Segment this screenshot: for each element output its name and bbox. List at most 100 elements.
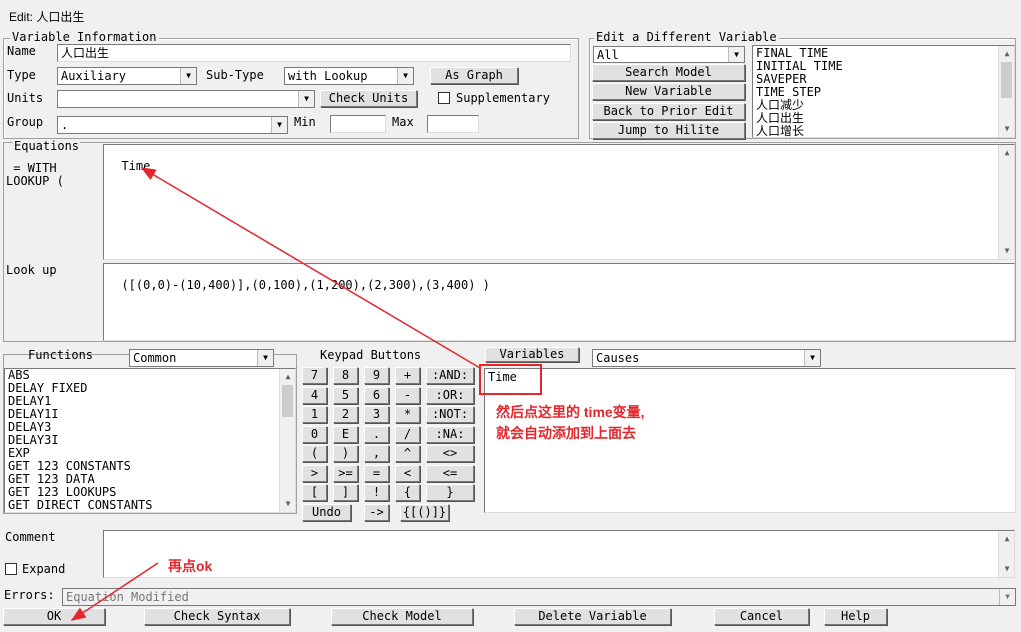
scroll-up-icon[interactable]: ▲ [280, 369, 295, 385]
keypad-key[interactable]: 1 [302, 406, 327, 423]
keypad-key[interactable]: <= [426, 464, 474, 482]
keypad-key[interactable]: > [302, 464, 327, 482]
keypad-key[interactable]: ^ [395, 445, 420, 462]
keypad-key[interactable]: + [395, 367, 420, 384]
keypad-key[interactable]: 0 [302, 425, 327, 443]
group-select[interactable]: . ▼ [57, 116, 288, 134]
list-item[interactable]: DELAY3I [5, 434, 295, 447]
keypad-key[interactable]: 2 [333, 406, 358, 423]
keypad-key[interactable]: :OR: [426, 386, 474, 404]
keypad-key[interactable]: E [333, 425, 358, 443]
help-button[interactable]: Help [824, 608, 887, 625]
keypad-key[interactable]: } [426, 484, 474, 501]
chevron-down-icon[interactable]: ▼ [999, 589, 1015, 605]
group-label: Group [7, 115, 44, 129]
variable-list-scrollbar[interactable]: ▲ ▼ [998, 46, 1014, 137]
scroll-down-icon[interactable]: ▼ [280, 496, 295, 512]
keypad-key[interactable]: 4 [302, 386, 327, 404]
variable-list[interactable]: FINAL TIME INITIAL TIME SAVEPER TIME STE… [752, 45, 1015, 138]
functions-list[interactable]: ABS DELAY FIXED DELAY1 DELAY1I DELAY3 DE… [4, 368, 296, 513]
back-to-prior-edit-button[interactable]: Back to Prior Edit [592, 103, 745, 120]
keypad-key[interactable]: [ [302, 484, 327, 501]
keypad-key[interactable]: = [364, 464, 389, 482]
variable-filter-select[interactable]: All ▼ [593, 46, 745, 63]
keypad-key[interactable]: , [364, 445, 389, 462]
scrollbar-thumb[interactable] [1001, 62, 1012, 98]
min-label: Min [294, 115, 316, 129]
as-graph-button[interactable]: As Graph [430, 67, 518, 84]
keypad-key[interactable]: :AND: [426, 367, 474, 384]
keypad-key[interactable]: <> [426, 445, 474, 462]
keypad-key[interactable]: :NOT: [426, 406, 474, 423]
keypad-key[interactable]: ! [364, 484, 389, 501]
scroll-down-icon[interactable]: ▼ [999, 121, 1014, 137]
keypad-label: Keypad Buttons [320, 348, 422, 362]
keypad-key[interactable]: * [395, 406, 420, 423]
expand-label: Expand [22, 562, 66, 576]
scroll-up-icon[interactable]: ▲ [999, 46, 1014, 62]
keypad-key[interactable]: 5 [333, 386, 358, 404]
arrow-button[interactable]: -> [364, 504, 389, 521]
subtype-select[interactable]: with Lookup ▼ [284, 67, 414, 85]
units-select[interactable]: ▼ [57, 90, 315, 108]
undo-button[interactable]: Undo [302, 504, 351, 521]
keypad-key[interactable]: :NA: [426, 425, 474, 443]
keypad-key[interactable]: . [364, 425, 389, 443]
max-field[interactable] [427, 115, 479, 133]
chevron-down-icon: ▼ [271, 117, 287, 133]
name-field[interactable]: 人口出生 [57, 44, 571, 62]
keypad-key[interactable]: - [395, 386, 420, 404]
supplementary-checkbox[interactable] [438, 92, 450, 104]
scroll-up-icon[interactable]: ▲ [999, 145, 1014, 161]
new-variable-button[interactable]: New Variable [592, 83, 745, 100]
variables-mode-select[interactable]: Causes ▼ [592, 349, 821, 367]
comment-scrollbar[interactable]: ▲ ▼ [998, 531, 1014, 577]
equation-editor[interactable]: Time ▲ ▼ [103, 144, 1015, 260]
keypad-key[interactable]: ( [302, 445, 327, 462]
expand-checkbox[interactable] [5, 563, 17, 575]
lookup-text: ([(0,0)-(10,400)],(0,100),(1,200),(2,300… [121, 278, 490, 292]
lookup-editor[interactable]: ([(0,0)-(10,400)],(0,100),(1,200),(2,300… [103, 263, 1015, 341]
keypad-key[interactable]: < [395, 464, 420, 482]
list-item[interactable]: GET DIRECT CONSTANTS [5, 499, 295, 512]
scrollbar-thumb[interactable] [282, 385, 293, 417]
scroll-down-icon[interactable]: ▼ [999, 561, 1014, 577]
ok-button[interactable]: OK [3, 608, 105, 625]
edit-different-variable-label: Edit a Different Variable [594, 30, 779, 44]
functions-category-select[interactable]: Common ▼ [129, 349, 274, 367]
keypad-key[interactable]: >= [333, 464, 358, 482]
functions-scrollbar[interactable]: ▲ ▼ [279, 369, 295, 512]
check-model-button[interactable]: Check Model [331, 608, 473, 625]
units-label: Units [7, 91, 44, 105]
type-select[interactable]: Auxiliary ▼ [57, 67, 197, 85]
keypad-key[interactable]: 7 [302, 367, 327, 384]
scroll-up-icon[interactable]: ▲ [999, 531, 1014, 547]
keypad-key[interactable]: / [395, 425, 420, 443]
keypad-key[interactable]: { [395, 484, 420, 501]
lookup-label: Look up [6, 263, 57, 277]
search-model-button[interactable]: Search Model [592, 64, 745, 81]
comment-field[interactable]: ▲ ▼ [103, 530, 1015, 578]
brackets-button[interactable]: {[()]} [400, 504, 449, 521]
cancel-button[interactable]: Cancel [714, 608, 809, 625]
keypad-key[interactable]: ] [333, 484, 358, 501]
check-syntax-button[interactable]: Check Syntax [144, 608, 290, 625]
equation-scrollbar[interactable]: ▲ ▼ [998, 145, 1014, 259]
jump-to-hilite-button[interactable]: Jump to Hilite [592, 122, 745, 139]
keypad-key[interactable]: ) [333, 445, 358, 462]
keypad-key[interactable]: 3 [364, 406, 389, 423]
group-select-value: . [61, 118, 69, 132]
variables-button[interactable]: Variables [485, 347, 579, 362]
min-field[interactable] [330, 115, 386, 133]
variable-item-time[interactable]: Time [485, 371, 1015, 384]
keypad-key[interactable]: 9 [364, 367, 389, 384]
keypad-key[interactable]: 6 [364, 386, 389, 404]
delete-variable-button[interactable]: Delete Variable [514, 608, 671, 625]
max-label: Max [392, 115, 414, 129]
equations-label: Equations [13, 139, 81, 153]
scroll-down-icon[interactable]: ▼ [999, 243, 1014, 259]
keypad-key[interactable]: 8 [333, 367, 358, 384]
check-units-button[interactable]: Check Units [320, 90, 417, 107]
name-label: Name [7, 44, 36, 58]
list-item[interactable]: 人口增长 [753, 125, 1014, 138]
